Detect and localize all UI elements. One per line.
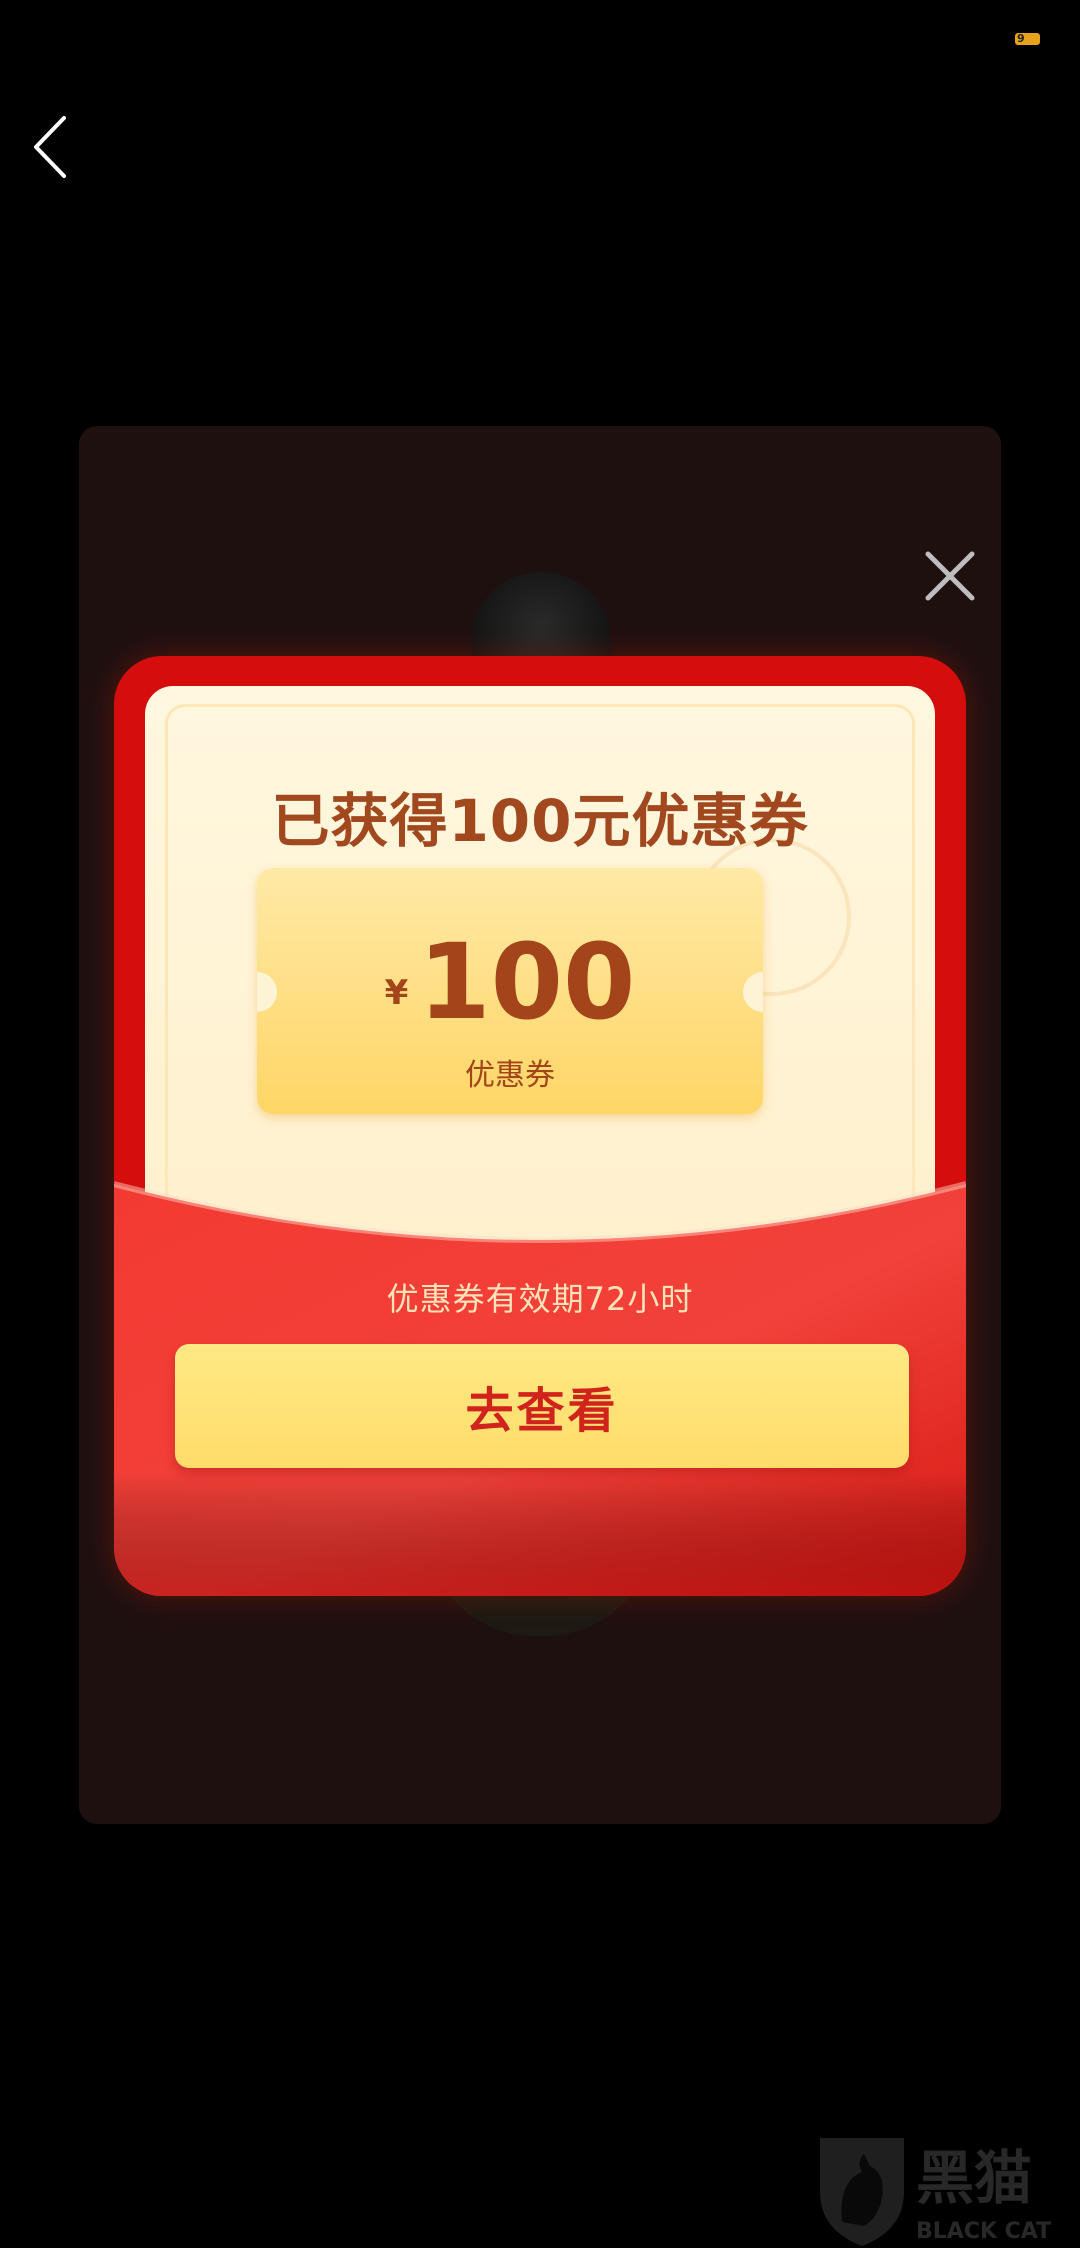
close-button[interactable] — [920, 546, 980, 606]
chevron-left-icon — [34, 116, 66, 178]
watermark-logo-text: 黑猫 — [916, 2144, 1032, 2212]
back-button[interactable] — [28, 112, 78, 182]
currency-symbol: ¥ — [384, 973, 409, 1013]
coupon-ticket: ¥100 优惠券 — [257, 868, 763, 1114]
view-coupon-button[interactable]: 去查看 — [175, 1344, 909, 1468]
close-icon — [925, 551, 975, 601]
watermark-logo-subtext: BLACK CAT — [916, 2219, 1051, 2244]
coupon-label: 优惠券 — [465, 1058, 555, 1093]
dialog-title: 已获得100元优惠券 — [271, 787, 809, 855]
screen: 9 已获得100元优惠券 ¥100 优惠券 优惠券有效期72小时 去查看 黑猫 … — [0, 0, 1080, 2248]
coupon-amount: ¥100 — [257, 930, 763, 1034]
black-cat-logo: 黑猫 BLACK CAT — [820, 2138, 1051, 2246]
battery-indicator: 9 — [1015, 33, 1040, 45]
battery-level: 9 — [1017, 32, 1025, 45]
coupon-value: 100 — [418, 921, 636, 1043]
validity-text: 优惠券有效期72小时 — [386, 1280, 694, 1318]
